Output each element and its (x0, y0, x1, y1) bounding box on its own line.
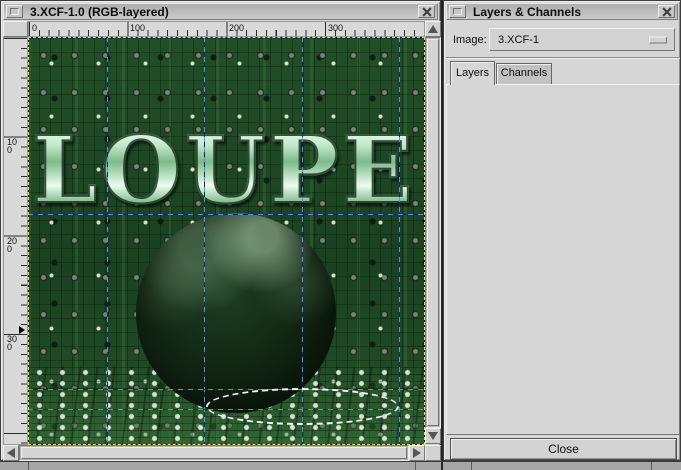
window-menu-button[interactable] (6, 5, 23, 18)
vertical-guide (107, 37, 108, 445)
layers-dialog-title: Layers & Channels (468, 5, 656, 19)
horizontal-ruler[interactable]: 0 100 200 300 (28, 21, 425, 37)
frame-divider (441, 462, 443, 470)
resize-grip[interactable] (425, 445, 441, 461)
h-ruler-label: 200 (229, 23, 244, 33)
scroll-right-button[interactable] (409, 445, 425, 461)
horizontal-scrollbar-thumb[interactable] (21, 447, 407, 459)
window-menu-button[interactable] (449, 5, 466, 18)
vertical-guide (302, 37, 303, 445)
h-ruler-label: 300 (328, 23, 343, 33)
up-arrow-icon (428, 25, 438, 33)
v-ruler-label: 300 (7, 335, 17, 351)
layers-dialog: Layers & Channels Image: 3.XCF-1 Layers … (443, 0, 681, 461)
tab-layers[interactable]: Layers (450, 61, 495, 85)
image-window: 3.XCF-1.0 (RGB-layered) 0 100 200 300 10… (0, 0, 441, 461)
horizontal-guide (28, 389, 425, 390)
image-window-title: 3.XCF-1.0 (RGB-layered) (25, 5, 416, 19)
frame-divider (651, 462, 652, 470)
image-canvas[interactable]: LOUPE (28, 37, 425, 445)
image-select-value: 3.XCF-1 (498, 34, 539, 46)
ruler-position-marker (19, 326, 25, 334)
horizontal-guide (28, 214, 425, 215)
vertical-guide (204, 37, 205, 445)
tab-layers-label: Layers (456, 67, 489, 79)
layers-dialog-titlebar: Layers & Channels (446, 3, 678, 20)
separator (446, 57, 680, 59)
v-ruler-label: 200 (7, 237, 17, 253)
canvas-sphere (136, 213, 336, 413)
tab-channels-label: Channels (501, 67, 547, 79)
layers-page (446, 84, 680, 435)
close-icon[interactable] (418, 5, 435, 18)
h-ruler-label: 100 (130, 23, 145, 33)
scroll-up-button[interactable] (425, 21, 441, 37)
window-frame-bottom (0, 461, 681, 470)
vertical-scrollbar-thumb[interactable] (427, 39, 439, 426)
canvas-title-text: LOUPE (28, 127, 421, 213)
ruler-origin-button[interactable] (3, 21, 28, 37)
vertical-ruler[interactable]: 100 200 300 (3, 37, 28, 445)
image-window-titlebar: 3.XCF-1.0 (RGB-layered) (3, 3, 438, 20)
scroll-left-button[interactable] (3, 445, 19, 461)
image-label: Image: (453, 34, 487, 46)
vertical-guide (399, 37, 400, 445)
frame-divider (28, 462, 29, 470)
v-ruler-label: 100 (7, 138, 17, 154)
frame-divider (471, 462, 472, 470)
elliptical-selection (206, 388, 399, 425)
tab-channels[interactable]: Channels (496, 63, 552, 85)
right-arrow-icon (413, 448, 421, 458)
vertical-scrollbar[interactable] (425, 37, 441, 428)
close-button-label: Close (548, 442, 579, 456)
close-button[interactable]: Close (450, 438, 677, 460)
down-arrow-icon (428, 432, 438, 440)
scroll-down-button[interactable] (425, 428, 441, 444)
close-icon[interactable] (658, 5, 675, 18)
h-ruler-label: 0 (32, 23, 37, 33)
option-menu-indicator-icon (649, 36, 667, 43)
image-select[interactable]: 3.XCF-1 (489, 28, 675, 51)
frame-divider (415, 462, 416, 470)
horizontal-scrollbar[interactable] (19, 445, 409, 461)
left-arrow-icon (7, 448, 15, 458)
